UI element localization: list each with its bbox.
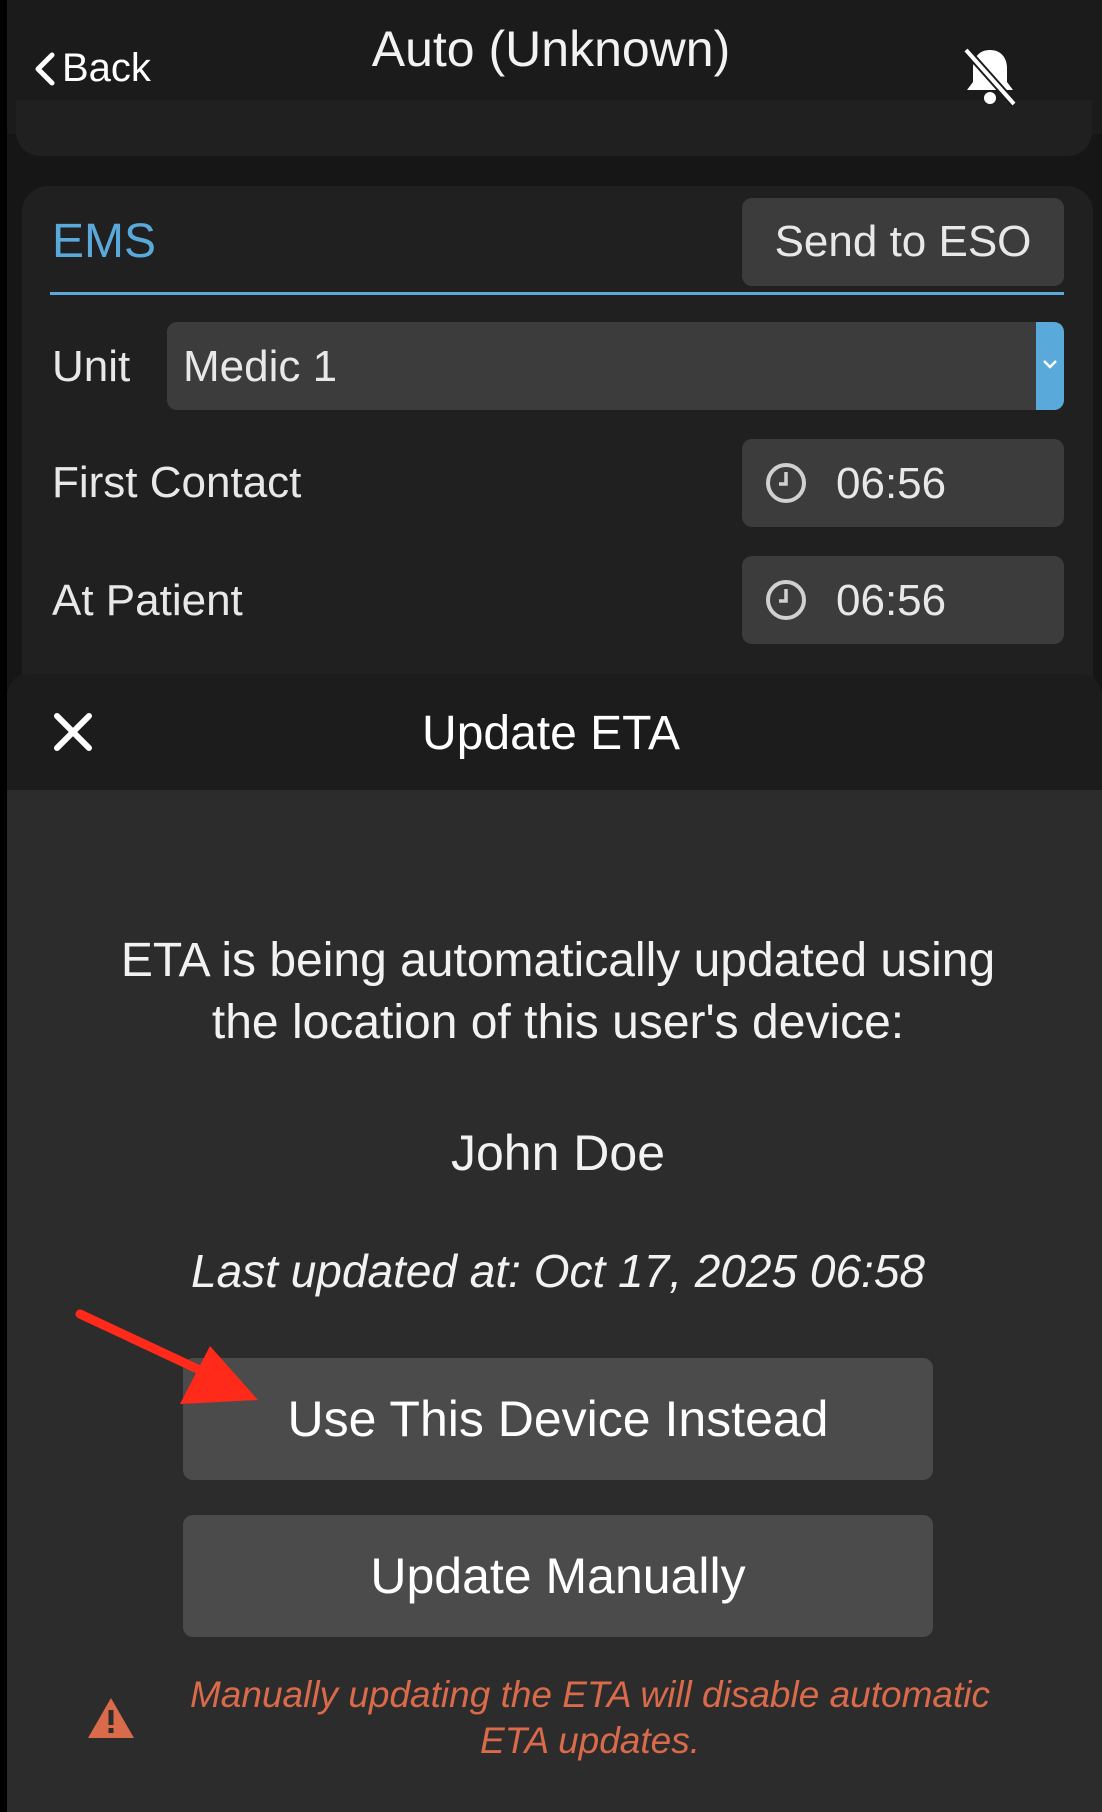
warning-line-1: Manually updating the ETA will disable a… [189, 1674, 991, 1715]
update-manually-button[interactable]: Update Manually [183, 1515, 933, 1637]
left-gutter [0, 0, 7, 1812]
ems-divider [50, 292, 1064, 295]
ems-section-label: EMS [52, 215, 157, 268]
at-patient-time-field[interactable]: 06:56 [742, 556, 1064, 644]
page-title: Auto (Unknown) [371, 21, 731, 77]
eta-message-line-2: the location of this user's device: [211, 996, 905, 1049]
chevron-down-icon [1036, 322, 1064, 410]
first-contact-time: 06:56 [836, 459, 947, 508]
device-user-name: John Doe [450, 1125, 666, 1181]
annotation-arrow-icon [75, 1309, 258, 1404]
at-patient-label: At Patient [52, 576, 243, 625]
bell-off-icon[interactable] [960, 44, 1020, 108]
manual-update-warning: Manually updating the ETA will disable a… [150, 1672, 1030, 1764]
unit-value: Medic 1 [183, 342, 338, 391]
unit-label: Unit [52, 342, 131, 391]
last-updated-text: Last updated at: Oct 17, 2025 06:58 [190, 1245, 925, 1297]
unit-select[interactable]: Medic 1 [167, 322, 1064, 410]
use-this-device-button[interactable]: Use This Device Instead [183, 1358, 933, 1480]
eta-message-line-1: ETA is being automatically updated using [120, 934, 996, 987]
warning-icon [88, 1698, 134, 1738]
eta-message: ETA is being automatically updated using… [0, 930, 1102, 1054]
sheet-title: Update ETA [422, 707, 680, 760]
warning-line-2: ETA updates. [479, 1720, 701, 1761]
clock-icon [766, 580, 806, 620]
update-eta-sheet [7, 674, 1102, 1812]
at-patient-time: 06:56 [836, 576, 947, 625]
first-contact-time-field[interactable]: 06:56 [742, 439, 1064, 527]
send-to-eso-button[interactable]: Send to ESO [742, 198, 1064, 286]
clock-icon [766, 463, 806, 503]
first-contact-label: First Contact [52, 458, 302, 507]
top-bar-tab [16, 100, 1092, 156]
